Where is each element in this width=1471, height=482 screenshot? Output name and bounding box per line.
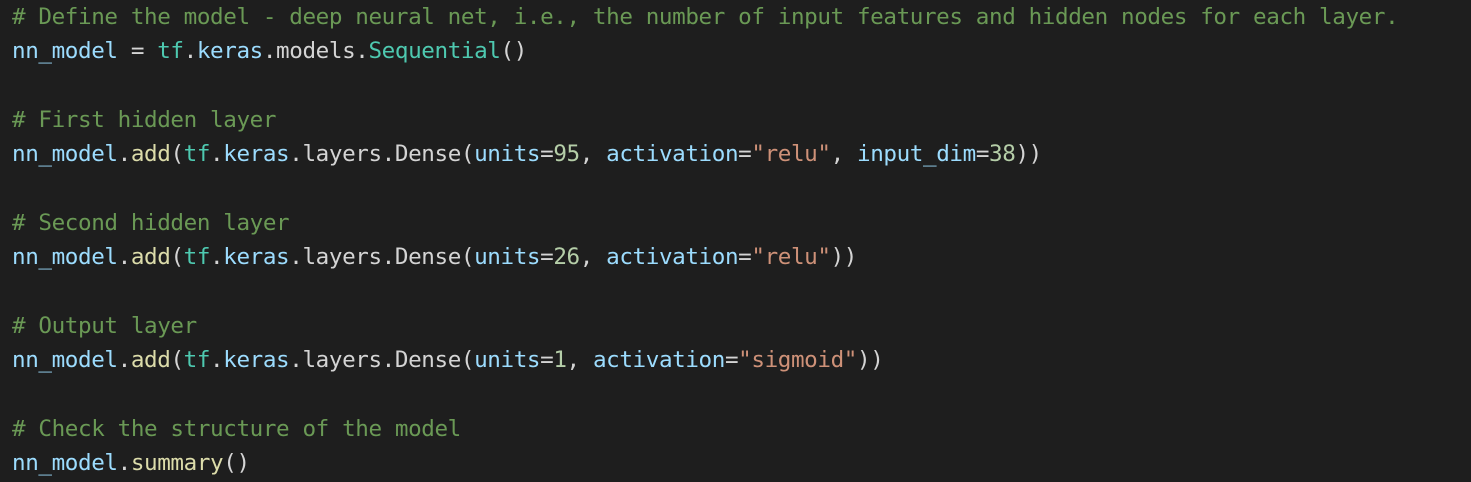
code-string: "sigmoid" [738,346,857,373]
code-punctuation: . [117,346,132,373]
code-punctuation: )) [1015,141,1042,168]
code-punctuation: ( [170,244,184,271]
code-identifier: nn_model [12,346,118,373]
code-punctuation: )) [830,244,858,271]
code-line[interactable]: nn_model.add(tf.keras.layers.Dense(units… [12,240,1471,274]
code-module: tf [183,141,211,168]
code-module: tf [157,38,184,65]
code-identifier: nn_model [12,244,118,271]
code-punctuation: = [117,38,158,65]
code-punctuation: . [183,38,198,65]
code-function: add [130,244,171,271]
code-punctuation: )) [857,346,884,373]
code-line[interactable] [12,69,1471,103]
code-line[interactable] [12,274,1471,308]
code-line[interactable]: nn_model = tf.keras.models.Sequential() [12,34,1471,68]
code-punctuation: = [724,346,739,373]
code-comment: # First hidden layer [12,106,277,133]
code-punctuation: ( [170,346,184,373]
code-punctuation: . [117,244,132,271]
code-identifier: nn_model [12,449,118,476]
code-punctuation: = [540,141,554,168]
code-punctuation: . [117,141,132,168]
code-punctuation: . [210,346,224,373]
code-punctuation: , [830,141,857,168]
code-identifier: units [474,346,541,373]
code-punctuation: . [210,244,224,271]
code-punctuation: . [117,449,132,476]
code-punctuation: = [540,346,554,373]
code-punctuation: () [223,449,250,476]
code-punctuation: = [975,141,990,168]
code-editor[interactable]: # Define the model - deep neural net, i.… [0,0,1471,482]
code-punctuation: , [579,141,607,168]
code-line[interactable]: # Second hidden layer [12,206,1471,240]
code-number: 26 [553,244,580,271]
code-identifier: activation [606,244,739,271]
code-punctuation: ( [170,141,184,168]
code-module: tf [183,346,211,373]
code-line[interactable]: nn_model.summary() [12,446,1471,480]
code-function: summary [130,449,224,476]
code-punctuation: , [579,244,607,271]
code-punctuation: .layers.Dense( [289,346,475,373]
code-identifier: nn_model [12,38,118,65]
code-string: "relu" [751,141,831,168]
code-punctuation: () [500,38,528,65]
code-punctuation: .layers.Dense( [289,244,475,271]
code-function: add [130,141,171,168]
code-identifier: keras [196,38,263,65]
code-number: 95 [553,141,580,168]
code-identifier: nn_model [12,141,118,168]
code-identifier: input_dim [857,141,976,168]
code-module: tf [183,244,211,271]
code-identifier: keras [223,244,290,271]
code-line[interactable] [12,171,1471,205]
code-identifier: units [474,141,541,168]
code-comment: # Define the model - deep neural net, i.… [12,4,1399,30]
code-punctuation: , [566,346,593,373]
code-line[interactable]: # Define the model - deep neural net, i.… [12,0,1471,34]
code-comment: # Second hidden layer [12,209,290,236]
code-punctuation: = [738,244,752,271]
code-line[interactable]: nn_model.add(tf.keras.layers.Dense(units… [12,137,1471,171]
code-identifier: keras [223,141,290,168]
code-punctuation: = [738,141,752,168]
code-comment: # Check the structure of the model [12,415,461,442]
code-module: Sequential [368,38,501,65]
code-function: add [130,346,171,373]
code-punctuation: .layers.Dense( [289,141,475,168]
code-punctuation: . [210,141,224,168]
code-line[interactable]: # Output layer [12,309,1471,343]
code-punctuation: = [540,244,554,271]
code-line[interactable]: # First hidden layer [12,103,1471,137]
code-punctuation: .models. [262,38,369,65]
code-identifier: units [474,244,541,271]
code-identifier: keras [223,346,290,373]
code-comment: # Output layer [12,312,197,339]
code-line[interactable]: # Check the structure of the model [12,412,1471,446]
code-number: 38 [989,141,1016,168]
code-identifier: activation [606,141,739,168]
code-identifier: activation [592,346,725,373]
code-number: 1 [553,346,567,373]
code-line[interactable] [12,377,1471,411]
code-line[interactable]: nn_model.add(tf.keras.layers.Dense(units… [12,343,1471,377]
code-string: "relu" [751,244,831,271]
